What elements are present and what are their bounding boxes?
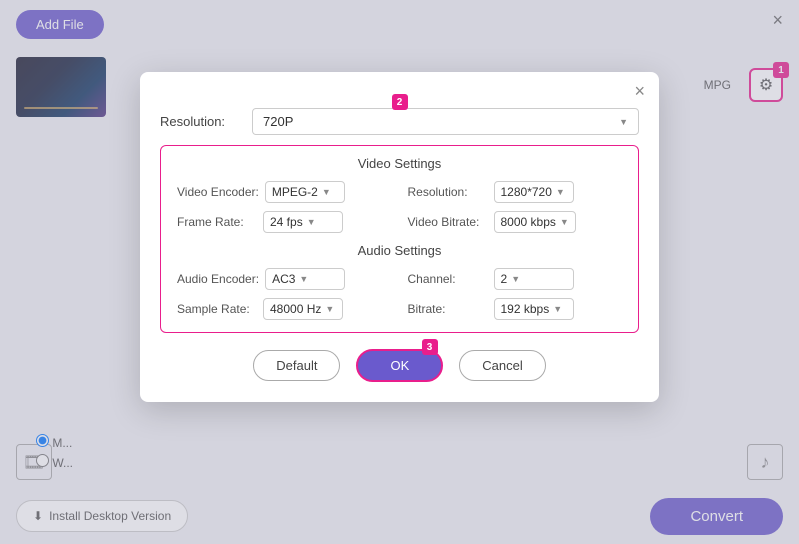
frame-rate-select[interactable]: 24 fps ▼: [263, 211, 343, 233]
video-encoder-row: Video Encoder: MPEG-2 ▼: [177, 181, 392, 203]
chevron-down-icon: ▼: [511, 274, 520, 284]
badge-2: 2: [392, 94, 408, 110]
bitrate-label: Bitrate:: [408, 302, 488, 316]
video-settings-title: Video Settings: [177, 156, 622, 171]
settings-box: Video Settings Video Encoder: MPEG-2 ▼ R…: [160, 145, 639, 333]
chevron-down-icon: ▼: [556, 187, 565, 197]
sample-rate-select[interactable]: 48000 Hz ▼: [263, 298, 343, 320]
bitrate-select[interactable]: 192 kbps ▼: [494, 298, 574, 320]
video-settings-grid: Video Encoder: MPEG-2 ▼ Resolution: 1280…: [177, 181, 622, 233]
dialog-footer: Default OK 3 Cancel: [140, 349, 659, 382]
frame-rate-label: Frame Rate:: [177, 215, 257, 229]
dialog-close-button[interactable]: ×: [634, 82, 645, 100]
resolution-row: Resolution: 720P ▼ 2: [140, 104, 659, 145]
video-bitrate-label: Video Bitrate:: [408, 215, 488, 229]
chevron-down-icon: ▼: [560, 217, 569, 227]
sample-rate-label: Sample Rate:: [177, 302, 257, 316]
audio-encoder-select[interactable]: AC3 ▼: [265, 268, 345, 290]
resolution-select[interactable]: 720P ▼: [252, 108, 639, 135]
audio-settings-grid: Audio Encoder: AC3 ▼ Channel: 2 ▼ Sample…: [177, 268, 622, 320]
chevron-down-icon: ▼: [322, 187, 331, 197]
resolution-right-select[interactable]: 1280*720 ▼: [494, 181, 574, 203]
sample-rate-row: Sample Rate: 48000 Hz ▼: [177, 298, 392, 320]
audio-encoder-row: Audio Encoder: AC3 ▼: [177, 268, 392, 290]
audio-encoder-label: Audio Encoder:: [177, 272, 259, 286]
badge-3: 3: [422, 339, 438, 355]
video-encoder-label: Video Encoder:: [177, 185, 259, 199]
channel-row: Channel: 2 ▼: [408, 268, 623, 290]
audio-settings-title: Audio Settings: [177, 243, 622, 258]
video-encoder-select[interactable]: MPEG-2 ▼: [265, 181, 345, 203]
video-bitrate-select[interactable]: 8000 kbps ▼: [494, 211, 576, 233]
frame-rate-row: Frame Rate: 24 fps ▼: [177, 211, 392, 233]
chevron-down-icon: ▼: [307, 217, 316, 227]
channel-label: Channel:: [408, 272, 488, 286]
resolution-right-label: Resolution:: [408, 185, 488, 199]
video-bitrate-row: Video Bitrate: 8000 kbps ▼: [408, 211, 623, 233]
cancel-button[interactable]: Cancel: [459, 350, 545, 381]
bitrate-row: Bitrate: 192 kbps ▼: [408, 298, 623, 320]
default-button[interactable]: Default: [253, 350, 340, 381]
resolution-label: Resolution:: [160, 114, 240, 129]
chevron-down-icon: ▼: [299, 274, 308, 284]
chevron-down-icon: ▼: [553, 304, 562, 314]
chevron-down-icon: ▼: [325, 304, 334, 314]
app-background: Add File × MPG ⚙ 1 🎞 M... W... ♪ ⬇ Insta…: [0, 0, 799, 544]
channel-select[interactable]: 2 ▼: [494, 268, 574, 290]
settings-dialog: × Resolution: 720P ▼ 2 Video Settings Vi…: [140, 72, 659, 402]
chevron-down-icon: ▼: [619, 117, 628, 127]
resolution-right-row: Resolution: 1280*720 ▼: [408, 181, 623, 203]
